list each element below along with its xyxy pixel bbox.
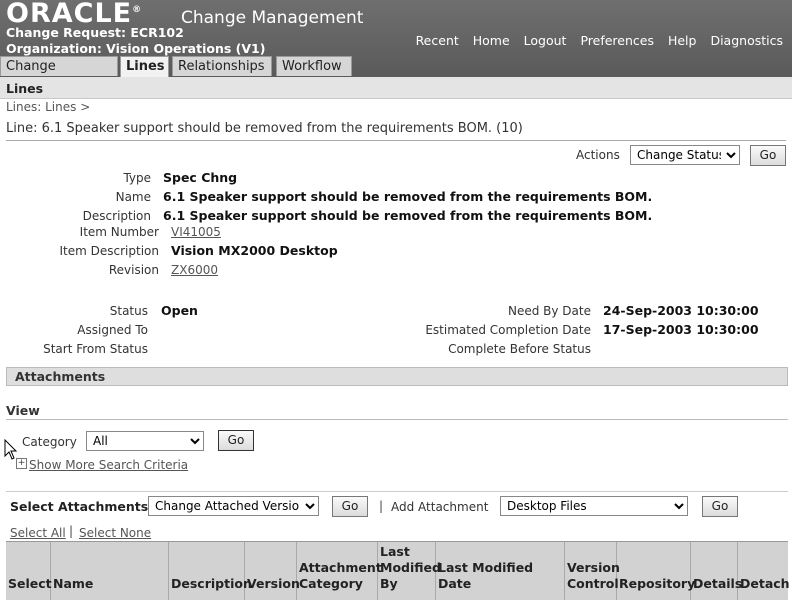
item-description-label: Item Description	[59, 244, 159, 258]
attachments-title: Attachments	[15, 369, 106, 384]
tab-change-request[interactable]: Change Request	[0, 56, 118, 94]
tab-relationships[interactable]: Relationships	[172, 56, 272, 76]
view-divider	[6, 419, 788, 420]
column-header-details: Details	[691, 542, 742, 600]
name-value: 6.1 Speaker support should be removed fr…	[163, 189, 653, 204]
description-value: 6.1 Speaker support should be removed fr…	[163, 208, 653, 223]
select-attachments-go-button[interactable]: Go	[332, 496, 368, 517]
type-value: Spec Chng	[163, 170, 238, 185]
column-header-description[interactable]: Description	[169, 542, 252, 600]
column-header-last-modified-date[interactable]: Last Modified Date	[436, 542, 565, 600]
column-header-detach: Detach	[740, 576, 790, 591]
application-title: Change Management	[181, 8, 364, 28]
add-attachment-select[interactable]: Desktop Files	[500, 496, 688, 516]
select-all-link[interactable]: Select All	[10, 526, 66, 540]
revision-label: Revision	[108, 263, 159, 277]
category-label: Category	[22, 435, 77, 449]
heading-divider	[6, 140, 786, 141]
status-label: Status	[109, 304, 148, 318]
status-value: Open	[161, 303, 198, 318]
item-description-value: Vision MX2000 Desktop	[171, 243, 338, 258]
need-by-date-label: Need By Date	[507, 304, 591, 318]
select-attachments-label: Select Attachments:	[10, 499, 154, 514]
subbar-title: Lines	[6, 81, 44, 96]
column-header-attachment-category[interactable]: Attachment Category	[297, 542, 382, 600]
breadcrumb[interactable]: Lines: Lines >	[6, 100, 90, 114]
type-label: Type	[123, 171, 151, 185]
home-link[interactable]: Home	[473, 33, 510, 48]
name-label: Name	[115, 190, 151, 204]
select-attachments-select[interactable]: Change Attached Version	[148, 496, 319, 516]
category-select[interactable]: All	[86, 431, 204, 451]
sub-navigation-bar: Lines	[0, 77, 792, 99]
estimated-completion-label: Estimated Completion Date	[425, 323, 591, 337]
start-from-status-label: Start From Status	[43, 342, 148, 356]
mouse-cursor-icon	[4, 439, 18, 460]
tab-workflow[interactable]: Workflow	[276, 56, 352, 76]
change-request-id: Change Request: ECR102	[6, 25, 184, 40]
column-header-last-modified-by[interactable]: Last Modified By	[378, 542, 441, 600]
recent-link[interactable]: Recent	[416, 33, 459, 48]
global-links: Recent Home Logout Preferences Help Diag…	[406, 33, 783, 48]
logout-link[interactable]: Logout	[524, 33, 567, 48]
toolbar-separator: |	[379, 499, 384, 513]
attachments-table-header: Select Name Description Version Attachme…	[6, 541, 790, 600]
column-header-select: Select	[6, 542, 52, 600]
column-header-name[interactable]: Name	[51, 542, 169, 600]
item-number-link[interactable]: VI41005	[171, 225, 221, 239]
need-by-date-value: 24-Sep-2003 10:30:00	[603, 303, 759, 318]
estimated-completion-value: 17-Sep-2003 10:30:00	[603, 322, 759, 337]
tab-lines[interactable]: Lines	[120, 56, 169, 77]
preferences-link[interactable]: Preferences	[580, 33, 654, 48]
show-more-search-criteria-link[interactable]: Show More Search Criteria	[29, 458, 188, 472]
actions-go-button[interactable]: Go	[750, 145, 786, 166]
diagnostics-link[interactable]: Diagnostics	[710, 33, 783, 48]
add-attachment-label: Add Attachment	[391, 500, 489, 514]
actions-select[interactable]: Change Status	[630, 145, 740, 165]
select-separator: |	[69, 524, 74, 538]
item-number-label: Item Number	[79, 225, 159, 239]
assigned-to-label: Assigned To	[77, 323, 148, 337]
page-title: Line: 6.1 Speaker support should be remo…	[6, 121, 523, 136]
category-go-button[interactable]: Go	[218, 430, 254, 451]
column-header-version-control[interactable]: Version Control	[565, 542, 620, 600]
column-header-version[interactable]: Version	[245, 542, 300, 600]
revision-link[interactable]: ZX6000	[171, 263, 218, 277]
add-attachment-go-button[interactable]: Go	[702, 496, 738, 517]
view-title: View	[6, 403, 40, 418]
select-none-link[interactable]: Select None	[79, 526, 151, 540]
complete-before-status-label: Complete Before Status	[448, 342, 591, 356]
column-header-repository[interactable]: Repository	[617, 542, 695, 600]
global-header: ORACLE® Change Management Change Request…	[0, 0, 792, 94]
help-link[interactable]: Help	[668, 33, 697, 48]
actions-label: Actions	[576, 148, 620, 162]
organization-label: Organization: Vision Operations (V1)	[6, 41, 266, 56]
toolbar-divider	[6, 491, 788, 492]
description-label: Description	[82, 209, 151, 223]
attachments-section-header: Attachments	[6, 367, 788, 386]
